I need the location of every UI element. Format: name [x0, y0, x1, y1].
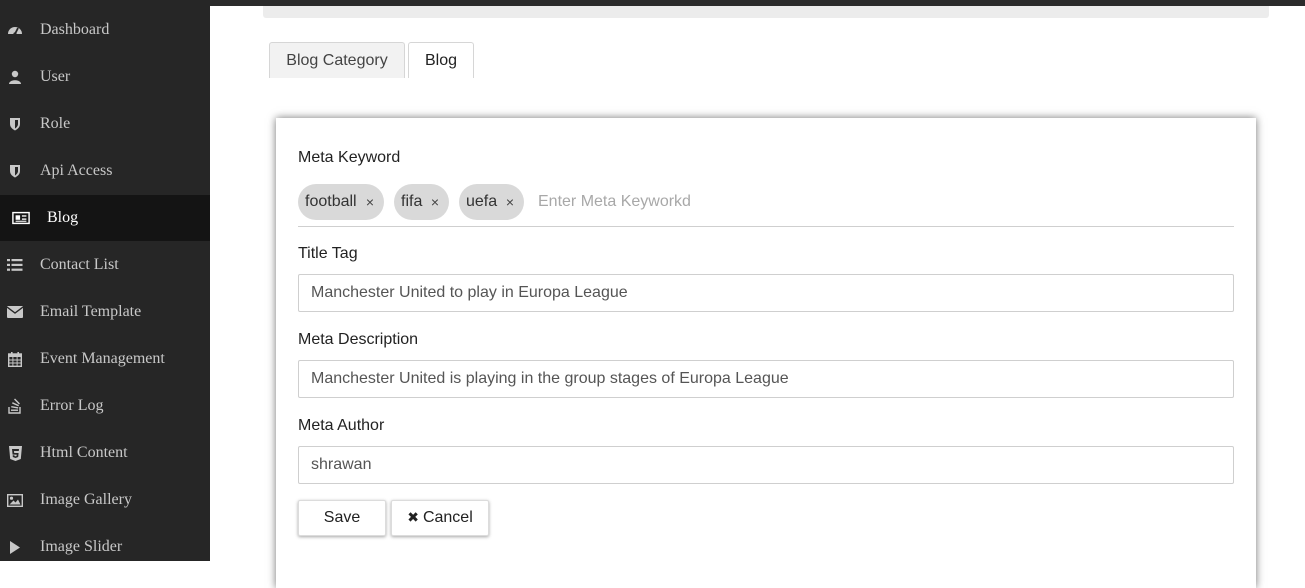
stack-overflow-icon: [6, 397, 24, 415]
title-tag-label: Title Tag: [298, 245, 358, 262]
image-icon: [6, 491, 24, 509]
sidebar-item-dashboard[interactable]: Dashboard: [0, 7, 210, 53]
meta-keyword-label: Meta Keyword: [298, 149, 401, 166]
cancel-label: Cancel: [422, 509, 473, 526]
keyword-chip: fifa ×: [394, 184, 449, 220]
sidebar-item-contact-list[interactable]: Contact List: [0, 242, 210, 288]
meta-description-field[interactable]: [298, 360, 1234, 398]
sidebar-item-user[interactable]: User: [0, 54, 210, 100]
blog-meta-form: Meta Keyword football × fifa × uefa × Ti…: [276, 118, 1256, 588]
sidebar-item-image-slider[interactable]: Image Slider: [0, 524, 210, 570]
tab-blog[interactable]: Blog: [408, 42, 474, 78]
remove-chip-icon[interactable]: ×: [431, 184, 439, 220]
meta-keyword-input[interactable]: [538, 184, 1198, 220]
chip-label: football: [305, 193, 357, 210]
sidebar-item-html-content[interactable]: Html Content: [0, 430, 210, 476]
sidebar-item-label: Image Gallery: [40, 491, 132, 508]
sidebar-item-label: User: [40, 68, 71, 85]
chip-label: uefa: [466, 193, 498, 210]
sidebar-item-role[interactable]: Role: [0, 101, 210, 147]
envelope-icon: [6, 303, 24, 321]
sidebar-item-event-management[interactable]: Event Management: [0, 336, 210, 382]
sidebar-item-label: Html Content: [40, 444, 128, 461]
chip-label: fifa: [401, 193, 423, 210]
sidebar-item-email-template[interactable]: Email Template: [0, 289, 210, 335]
dashboard-icon: [6, 21, 24, 39]
meta-author-label: Meta Author: [298, 417, 385, 434]
remove-chip-icon[interactable]: ×: [366, 184, 374, 220]
save-button[interactable]: Save: [298, 500, 386, 536]
header-strip: [263, 6, 1269, 18]
sidebar-item-label: Blog: [47, 209, 79, 226]
sidebar-item-label: Event Management: [40, 350, 165, 367]
sidebar-item-api-access[interactable]: Api Access: [0, 148, 210, 194]
remove-chip-icon[interactable]: ×: [506, 184, 514, 220]
html5-icon: [6, 444, 24, 462]
close-icon: ✖: [407, 509, 419, 525]
title-tag-field[interactable]: [298, 274, 1234, 312]
sidebar: Dashboard User Role Api Access Blog Cont…: [0, 0, 210, 561]
meta-author-field[interactable]: [298, 446, 1234, 484]
meta-keyword-chip-input: football × fifa × uefa ×: [298, 183, 1234, 227]
meta-description-label: Meta Description: [298, 331, 419, 348]
cancel-button[interactable]: ✖ Cancel: [391, 500, 489, 536]
sidebar-item-label: Dashboard: [40, 21, 110, 38]
sidebar-item-label: Error Log: [40, 397, 104, 414]
shield-icon: [6, 115, 24, 133]
shield-icon: [6, 162, 24, 180]
sidebar-item-blog[interactable]: Blog: [0, 195, 210, 241]
sidebar-item-label: Image Slider: [40, 538, 123, 555]
user-icon: [6, 68, 24, 86]
sidebar-item-image-gallery[interactable]: Image Gallery: [0, 477, 210, 523]
keyword-chip: uefa ×: [459, 184, 524, 220]
sidebar-item-error-log[interactable]: Error Log: [0, 383, 210, 429]
newspaper-icon: [12, 209, 30, 227]
sidebar-item-label: Email Template: [40, 303, 142, 320]
calendar-icon: [6, 350, 24, 368]
list-icon: [6, 256, 24, 274]
sidebar-item-label: Role: [40, 115, 71, 132]
keyword-chip: football ×: [298, 184, 384, 220]
sidebar-item-label: Api Access: [40, 162, 113, 179]
sidebar-item-label: Contact List: [40, 256, 119, 273]
tab-blog-category[interactable]: Blog Category: [269, 42, 405, 78]
play-icon: [6, 538, 24, 556]
